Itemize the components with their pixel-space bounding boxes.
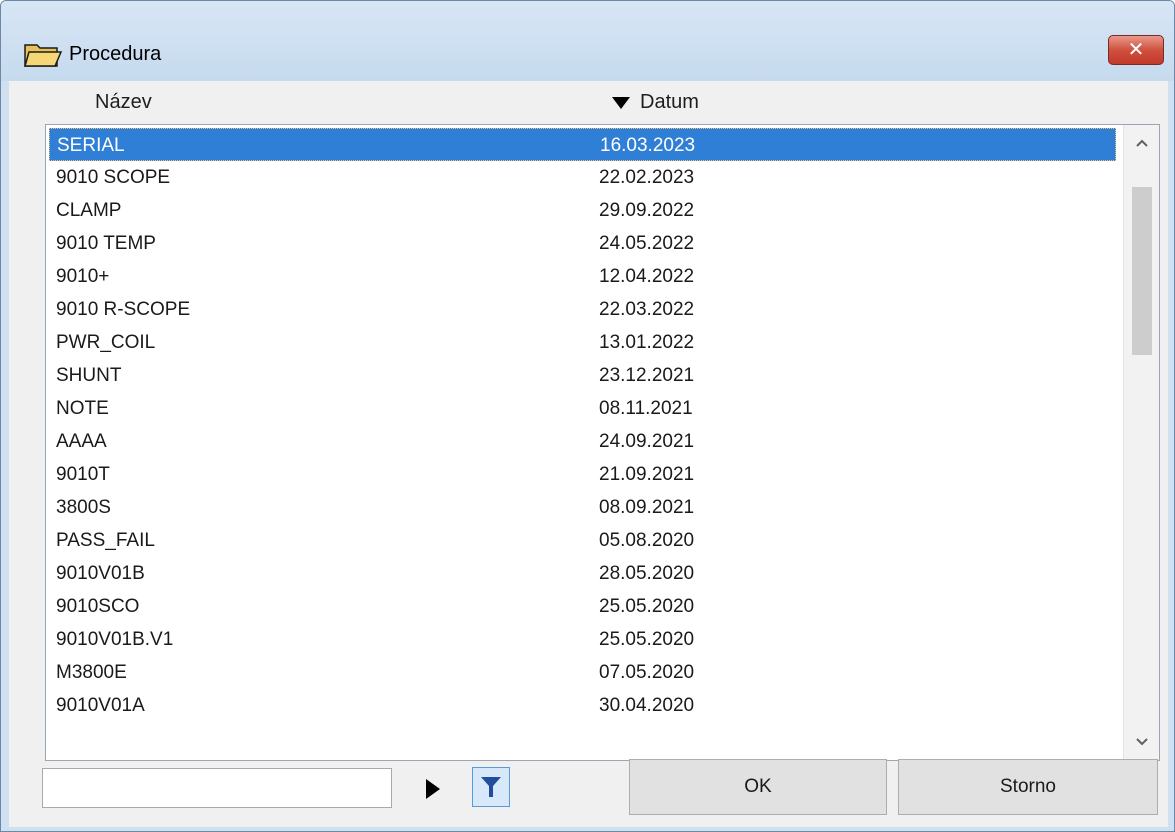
- table-row[interactable]: 9010T 21.09.2021: [49, 458, 1116, 491]
- procedure-name: M3800E: [56, 662, 127, 683]
- procedure-date: 23.12.2021: [599, 365, 695, 386]
- procedure-rows: SERIAL 16.03.2023 9010 SCOPE 22.02.2023 CLAM…: [49, 128, 1116, 722]
- vertical-scrollbar[interactable]: [1123, 125, 1159, 760]
- procedure-name: 9010V01A: [56, 695, 145, 716]
- procedure-date: 12.04.2022: [599, 266, 695, 287]
- table-row[interactable]: PASS_FAIL 05.08.2020: [49, 524, 1116, 557]
- procedure-name: 9010 SCOPE: [56, 167, 171, 188]
- table-row[interactable]: CLAMP 29.09.2022: [49, 194, 1116, 227]
- open-folder-icon: [24, 44, 63, 67]
- column-date-header[interactable]: Datum: [612, 91, 699, 114]
- chevron-up-icon: [1136, 139, 1148, 147]
- procedure-date: 30.04.2020: [599, 695, 695, 716]
- column-header: Název Datum: [9, 81, 1168, 121]
- table-row[interactable]: SHUNT 23.12.2021: [49, 359, 1116, 392]
- procedure-name: 9010V01B: [56, 563, 145, 584]
- procedure-date: 13.01.2022: [599, 332, 695, 353]
- procedure-date: 08.11.2021: [599, 398, 693, 419]
- procedure-name: 3800S: [56, 497, 111, 518]
- table-row[interactable]: 9010 TEMP 24.05.2022: [49, 227, 1116, 260]
- procedure-date: 05.08.2020: [599, 530, 695, 551]
- table-row[interactable]: PWR_COIL 13.01.2022: [49, 326, 1116, 359]
- title-bar[interactable]: Procedura ✕: [1, 1, 1174, 81]
- procedure-list[interactable]: SERIAL 16.03.2023 9010 SCOPE 22.02.2023 CLAM…: [45, 124, 1160, 761]
- column-name-header[interactable]: Název: [95, 91, 152, 114]
- ok-button[interactable]: OK: [629, 759, 887, 815]
- procedure-date: 29.09.2022: [599, 200, 695, 221]
- procedure-date: 25.05.2020: [599, 596, 695, 617]
- procedure-name: NOTE: [56, 398, 109, 419]
- procedure-name: SHUNT: [56, 365, 122, 386]
- procedure-name: PASS_FAIL: [56, 530, 155, 551]
- procedure-name: CLAMP: [56, 200, 122, 221]
- table-row[interactable]: 9010 R-SCOPE 22.03.2022: [49, 293, 1116, 326]
- table-row[interactable]: NOTE 08.11.2021: [49, 392, 1116, 425]
- procedure-name: 9010T: [56, 464, 110, 485]
- procedure-date: 25.05.2020: [599, 629, 695, 650]
- cancel-button[interactable]: Storno: [898, 759, 1158, 815]
- procedura-dialog: Procedura ✕ Název Datum SERIAL 16.03.2023…: [0, 0, 1175, 832]
- scroll-down-button[interactable]: [1124, 724, 1160, 760]
- procedure-name: 9010 R-SCOPE: [56, 299, 191, 320]
- procedure-date: 28.05.2020: [599, 563, 695, 584]
- procedure-name: 9010 TEMP: [56, 233, 156, 254]
- procedure-name: 9010+: [56, 266, 110, 287]
- filter-button[interactable]: [472, 767, 510, 807]
- table-row[interactable]: 9010V01B 28.05.2020: [49, 557, 1116, 590]
- column-date-label: Datum: [640, 91, 699, 113]
- table-row[interactable]: AAAA 24.09.2021: [49, 425, 1116, 458]
- table-row[interactable]: 9010SCO 25.05.2020: [49, 590, 1116, 623]
- procedure-name: SERIAL: [57, 135, 125, 156]
- procedure-date: 08.09.2021: [599, 497, 695, 518]
- procedure-date: 24.05.2022: [599, 233, 695, 254]
- filter-input[interactable]: [42, 768, 392, 808]
- procedure-date: 22.03.2022: [599, 299, 695, 320]
- table-row[interactable]: 9010 SCOPE 22.02.2023: [49, 161, 1116, 194]
- table-row[interactable]: 9010V01A 30.04.2020: [49, 689, 1116, 722]
- dialog-client-area: Název Datum SERIAL 16.03.2023 9010 SCOPE 22…: [9, 81, 1168, 827]
- table-row[interactable]: 3800S 08.09.2021: [49, 491, 1116, 524]
- table-row[interactable]: 9010+ 12.04.2022: [49, 260, 1116, 293]
- chevron-down-icon: [1136, 738, 1148, 746]
- procedure-date: 22.02.2023: [599, 167, 695, 188]
- procedure-name: 9010V01B.V1: [56, 629, 174, 650]
- procedure-name: 9010SCO: [56, 596, 140, 617]
- procedure-date: 21.09.2021: [599, 464, 695, 485]
- close-button[interactable]: ✕: [1108, 35, 1164, 65]
- scroll-up-button[interactable]: [1124, 125, 1160, 161]
- procedure-date: 07.05.2020: [599, 662, 695, 683]
- table-row[interactable]: SERIAL 16.03.2023: [49, 128, 1116, 161]
- scroll-thumb[interactable]: [1132, 187, 1152, 355]
- procedure-name: AAAA: [56, 431, 107, 452]
- table-row[interactable]: 9010V01B.V1 25.05.2020: [49, 623, 1116, 656]
- table-row[interactable]: M3800E 07.05.2020: [49, 656, 1116, 689]
- play-icon[interactable]: [426, 779, 440, 799]
- procedure-date: 16.03.2023: [600, 135, 696, 156]
- sort-descending-icon: [612, 96, 630, 109]
- close-icon: ✕: [1127, 39, 1145, 61]
- procedure-name: PWR_COIL: [56, 332, 156, 353]
- procedure-date: 24.09.2021: [599, 431, 695, 452]
- filter-icon: [481, 777, 501, 797]
- dialog-title: Procedura: [69, 43, 162, 65]
